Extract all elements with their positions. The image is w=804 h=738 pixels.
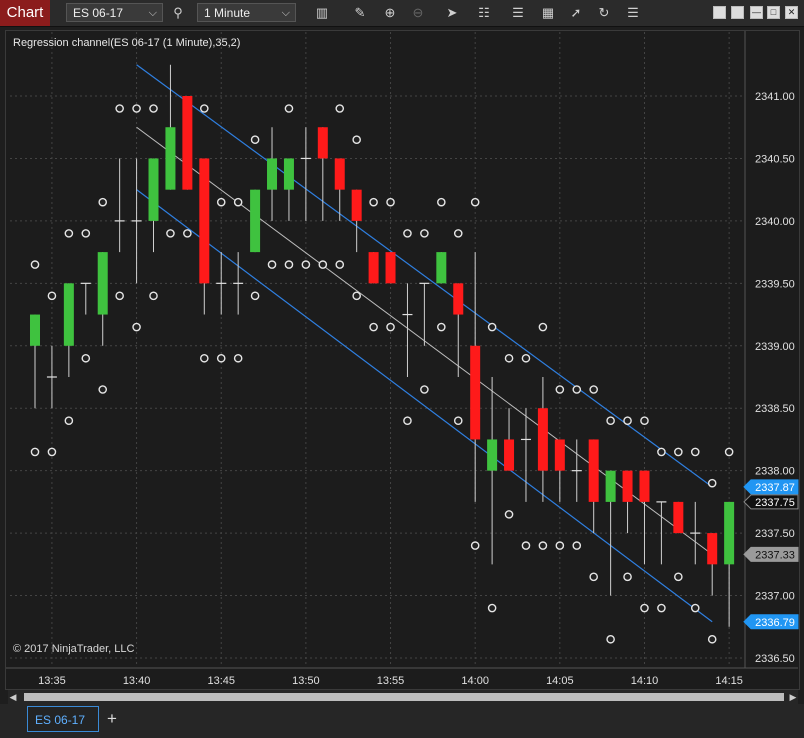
indicator-label: Regression channel(ES 06-17 (1 Minute),3… xyxy=(13,37,241,49)
tab-es-06-17[interactable]: ES 06-17 xyxy=(27,706,99,732)
zoom-in-icon[interactable]: ⊕ xyxy=(380,3,400,23)
scroll-thumb[interactable] xyxy=(24,693,784,701)
scroll-right-icon[interactable]: ▶ xyxy=(788,691,798,703)
chevron-down-icon: ⌵ xyxy=(281,7,290,19)
chart-style-icon[interactable]: ▥ xyxy=(312,3,332,23)
add-tab-button[interactable]: + xyxy=(105,709,119,729)
chart-panel[interactable] xyxy=(5,30,800,690)
maximize-icon[interactable]: □ xyxy=(767,6,780,19)
interval-selector[interactable]: 1 Minute ⌵ xyxy=(197,3,296,22)
interval-selector-value: 1 Minute xyxy=(204,6,251,20)
tile-window-icon[interactable] xyxy=(713,6,726,19)
tab-bar: ES 06-17 + xyxy=(0,704,804,738)
pencil-icon[interactable]: ✎ xyxy=(350,3,370,23)
close-icon[interactable]: ✕ xyxy=(785,6,798,19)
data-box-icon[interactable]: ☷ xyxy=(474,3,494,23)
chevron-down-icon: ⌵ xyxy=(148,7,157,19)
instrument-selector-value: ES 06-17 xyxy=(73,6,124,20)
chart-menu-button[interactable]: Chart xyxy=(0,0,50,26)
restore-window-icon[interactable] xyxy=(731,6,744,19)
indicators-icon[interactable]: ➚ xyxy=(566,3,586,23)
search-icon[interactable]: ⚲ xyxy=(168,3,188,23)
pointer-icon[interactable]: ➤ xyxy=(442,3,462,23)
chart-toolbar: Chart ES 06-17 ⌵ ⚲ 1 Minute ⌵ ▥ ✎ ⊕ ⊖ ➤ … xyxy=(0,0,804,27)
scroll-left-icon[interactable]: ◀ xyxy=(8,691,18,703)
copyright-label: © 2017 NinjaTrader, LLC xyxy=(13,643,135,655)
zoom-out-icon[interactable]: ⊖ xyxy=(408,3,428,23)
reload-icon[interactable]: ↻ xyxy=(594,3,614,23)
properties-icon[interactable]: ▦ xyxy=(538,3,558,23)
instrument-selector[interactable]: ES 06-17 ⌵ xyxy=(66,3,163,22)
horizontal-scrollbar[interactable]: ◀ ▶ xyxy=(8,690,798,704)
minimize-icon[interactable]: — xyxy=(750,6,763,19)
strategies-icon[interactable]: ☰ xyxy=(508,3,528,23)
list-icon[interactable]: ☰ xyxy=(623,3,643,23)
